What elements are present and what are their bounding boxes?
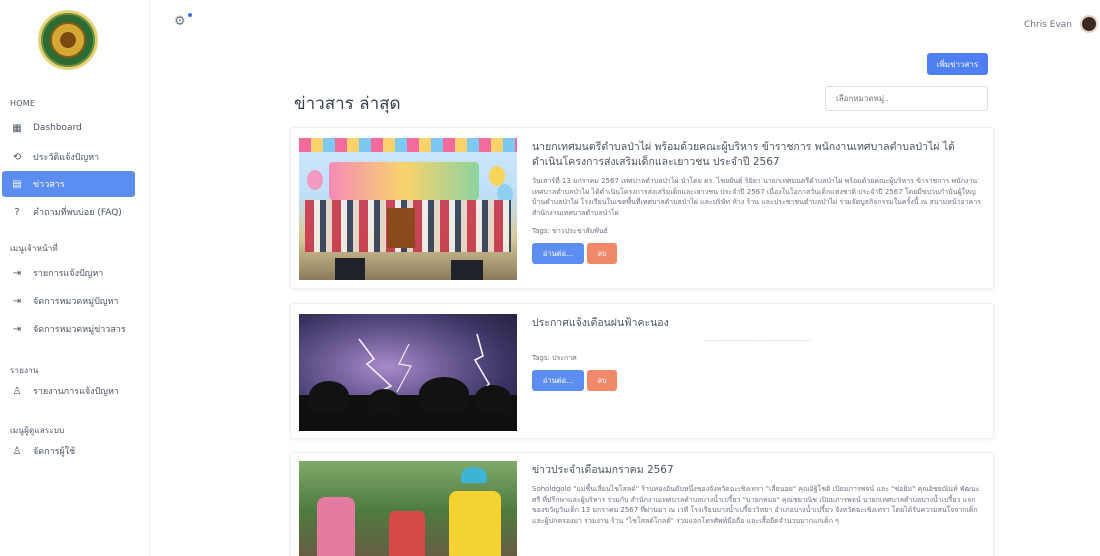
news-tags: Tags: ประกาศ: [532, 354, 577, 362]
news-title[interactable]: ประกาศแจ้งเตือนฝนฟ้าคะนอง: [532, 316, 983, 331]
news-title[interactable]: นายกเทศมนตรีตำบลป่าไผ่ พร้อมด้วยคณะผู้บร…: [532, 140, 983, 170]
news-image[interactable]: [299, 138, 517, 280]
user-name[interactable]: Chris Evan: [1024, 20, 1072, 30]
history-icon: ⟲: [12, 151, 22, 163]
sidebar-item-dashboard[interactable]: ▦ Dashboard: [2, 115, 135, 141]
news-card: ข่าวประจำเดือนมกราคม 2567 Soholdgold "แม…: [290, 452, 994, 556]
sidebar-item-label: Dashboard: [33, 123, 82, 133]
news-description: วันเสาร์ที่ 13 มกราคม 2567 เทศบาลตำบลป่า…: [532, 177, 981, 217]
notification-dot: [188, 13, 192, 17]
sidebar-item-label: คำถามที่พบบ่อย (FAQ): [33, 208, 122, 218]
news-image[interactable]: [299, 314, 517, 431]
user-icon: ♙: [12, 445, 22, 457]
sidebar-item-news[interactable]: ▤ ข่าวสาร: [2, 171, 135, 197]
sidebar-item-issue-report[interactable]: ♙ รายงานการแจ้งปัญหา: [2, 378, 135, 404]
news-title[interactable]: ข่าวประจำเดือนมกราคม 2567: [532, 463, 983, 478]
category-search-input[interactable]: [825, 86, 988, 111]
sidebar-item-faq[interactable]: ? คำถามที่พบบ่อย (FAQ): [2, 199, 135, 225]
sidebar: HOME ▦ Dashboard ⟲ ประวัติแจ้งปัญหา ▤ ข่…: [0, 0, 150, 556]
news-tags: Tags: ข่าวประชาสัมพันธ์: [532, 227, 608, 235]
news-separator: ----------------------------------------…: [704, 337, 811, 345]
news-card: ประกาศแจ้งเตือนฝนฟ้าคะนอง --------------…: [290, 303, 994, 439]
sidebar-item-manage-users[interactable]: ♙ จัดการผู้ใช้: [2, 438, 135, 464]
municipality-logo: [38, 10, 98, 70]
sidebar-item-label: รายงานการแจ้งปัญหา: [33, 387, 119, 397]
sidebar-item-report-history[interactable]: ⟲ ประวัติแจ้งปัญหา: [2, 144, 135, 170]
sidebar-item-news-categories[interactable]: ⇥ จัดการหมวดหมู่ข่าวสาร: [2, 316, 135, 342]
sidebar-item-label: จัดการหมวดหมู่ปัญหา: [33, 297, 119, 307]
news-description: Soholdgold "แม่ชื้นเลี่ยนไชโสลด์" ร้านทอ…: [532, 485, 980, 525]
login-icon: ⇥: [12, 267, 22, 279]
question-icon: ?: [14, 206, 20, 218]
news-icon: ▤: [12, 178, 22, 190]
sidebar-item-label: ข่าวสาร: [33, 180, 65, 190]
section-admin: เมนูผู้ดูแลระบบ: [10, 426, 65, 435]
delete-button[interactable]: ลบ: [587, 243, 617, 264]
news-image[interactable]: [299, 461, 517, 556]
section-home: HOME: [10, 99, 36, 108]
sidebar-item-issue-list[interactable]: ⇥ รายการแจ้งปัญหา: [2, 260, 135, 286]
read-more-button[interactable]: อ่านต่อ...: [532, 370, 584, 391]
news-card: นายกเทศมนตรีตำบลป่าไผ่ พร้อมด้วยคณะผู้บร…: [290, 127, 994, 289]
sidebar-item-label: ประวัติแจ้งปัญหา: [33, 153, 100, 163]
add-news-button[interactable]: เพิ่มข่าวสาร: [927, 53, 988, 75]
sidebar-item-issue-categories[interactable]: ⇥ จัดการหมวดหมู่ปัญหา: [2, 288, 135, 314]
settings-gear-icon[interactable]: ⚙: [174, 13, 192, 30]
avatar[interactable]: [1080, 15, 1098, 33]
user-icon: ♙: [12, 385, 22, 397]
delete-button[interactable]: ลบ: [587, 370, 617, 391]
read-more-button[interactable]: อ่านต่อ...: [532, 243, 584, 264]
sidebar-item-label: จัดการหมวดหมู่ข่าวสาร: [33, 325, 126, 335]
grid-icon: ▦: [12, 122, 22, 134]
login-icon: ⇥: [12, 295, 22, 307]
sidebar-item-label: รายการแจ้งปัญหา: [33, 269, 104, 279]
section-staff: เมนูเจ้าหน้าที่: [10, 244, 58, 253]
login-icon: ⇥: [12, 323, 22, 335]
sidebar-item-label: จัดการผู้ใช้: [33, 447, 76, 457]
page-title: ข่าวสาร ล่าสุด: [294, 94, 401, 114]
section-reports: รายงาน: [10, 366, 39, 375]
